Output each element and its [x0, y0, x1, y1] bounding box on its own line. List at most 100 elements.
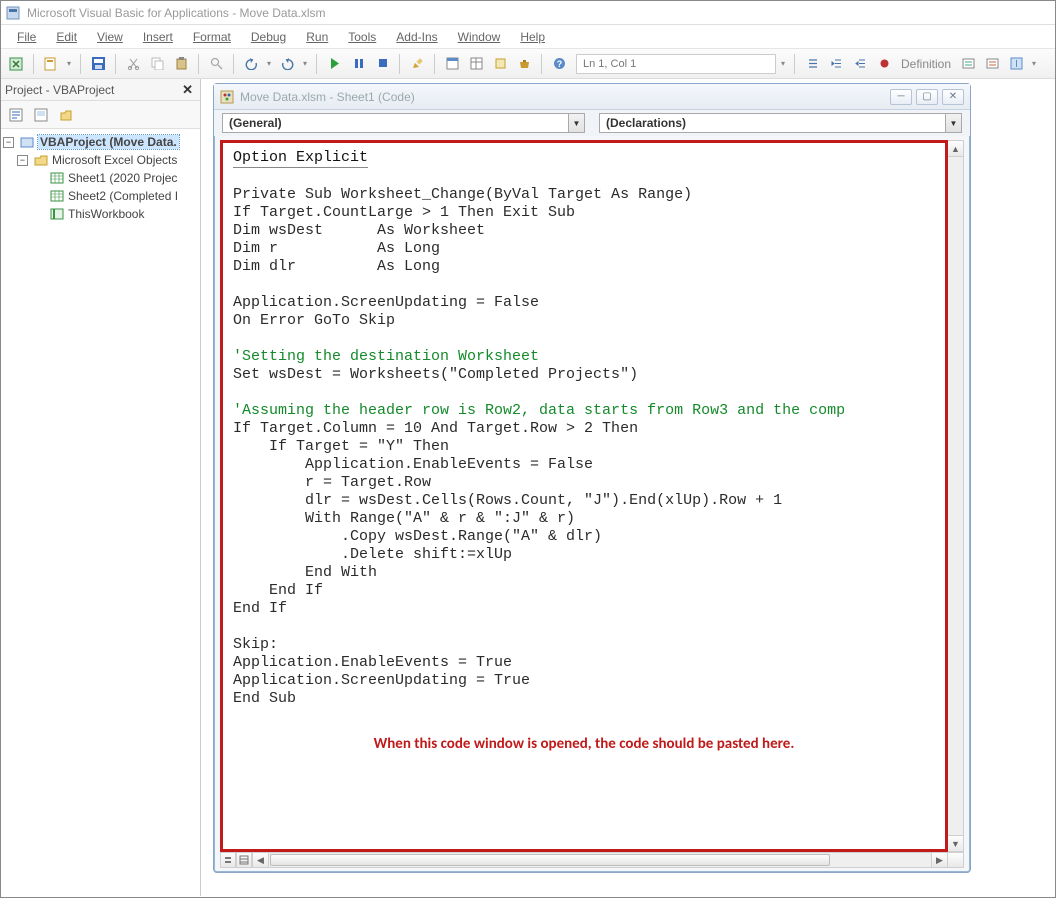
code-line[interactable]: On Error GoTo Skip [233, 312, 937, 330]
close-icon[interactable]: ✕ [179, 82, 196, 98]
view-excel-icon[interactable] [5, 53, 27, 75]
toolbar-end-dropdown[interactable]: ▾ [1029, 53, 1039, 75]
object-browser-icon[interactable] [489, 53, 511, 75]
horizontal-scrollbar[interactable]: ◀ ▶ [252, 852, 948, 868]
code-line[interactable]: End If [233, 600, 937, 618]
properties-window-icon[interactable] [465, 53, 487, 75]
collapse-icon[interactable]: − [17, 155, 28, 166]
code-line[interactable]: Private Sub Worksheet_Change(ByVal Targe… [233, 186, 937, 204]
menu-insert[interactable]: Insert [135, 28, 181, 46]
code-line[interactable]: Dim r As Long [233, 240, 937, 258]
list-properties-icon[interactable] [801, 53, 823, 75]
scroll-right-icon[interactable]: ▶ [931, 853, 947, 867]
reset-icon[interactable] [371, 53, 393, 75]
code-line[interactable]: If Target.CountLarge > 1 Then Exit Sub [233, 204, 937, 222]
cut-icon[interactable] [122, 53, 144, 75]
break-icon[interactable] [347, 53, 369, 75]
code-line[interactable]: Skip: [233, 636, 937, 654]
scroll-left-icon[interactable]: ◀ [253, 853, 269, 867]
code-line[interactable]: End Sub [233, 690, 937, 708]
code-line[interactable]: .Delete shift:=xlUp [233, 546, 937, 564]
menu-view[interactable]: View [89, 28, 131, 46]
indent-icon[interactable] [825, 53, 847, 75]
insert-module-icon[interactable] [40, 53, 62, 75]
undo-icon[interactable] [240, 53, 262, 75]
redo-dropdown[interactable]: ▾ [300, 53, 310, 75]
uncomment-block-icon[interactable] [981, 53, 1003, 75]
code-line[interactable]: 'Setting the destination Worksheet [233, 348, 937, 366]
status-dropdown[interactable]: ▾ [778, 53, 788, 75]
menu-format[interactable]: Format [185, 28, 239, 46]
view-code-icon[interactable] [5, 104, 27, 126]
code-line[interactable]: Application.EnableEvents = False [233, 456, 937, 474]
outdent-icon[interactable] [849, 53, 871, 75]
code-line[interactable]: dlr = wsDest.Cells(Rows.Count, "J").End(… [233, 492, 937, 510]
redo-icon[interactable] [276, 53, 298, 75]
code-line[interactable]: Set wsDest = Worksheets("Completed Proje… [233, 366, 937, 384]
save-icon[interactable] [87, 53, 109, 75]
code-line[interactable]: End If [233, 582, 937, 600]
help-icon[interactable]: ? [548, 53, 570, 75]
code-line[interactable]: With Range("A" & r & ":J" & r) [233, 510, 937, 528]
bookmark-icon[interactable] [1005, 53, 1027, 75]
tree-item-thisworkbook[interactable]: ThisWorkbook [3, 205, 198, 223]
insert-module-dropdown[interactable]: ▾ [64, 53, 74, 75]
code-line[interactable] [233, 330, 937, 348]
toolbox-icon[interactable] [513, 53, 535, 75]
undo-dropdown[interactable]: ▾ [264, 53, 274, 75]
comment-block-icon[interactable] [957, 53, 979, 75]
code-line[interactable]: Application.ScreenUpdating = False [233, 294, 937, 312]
menu-file[interactable]: File [9, 28, 44, 46]
code-line[interactable]: If Target.Column = 10 And Target.Row > 2… [233, 420, 937, 438]
code-line[interactable]: r = Target.Row [233, 474, 937, 492]
code-line[interactable] [233, 384, 937, 402]
procedure-view-icon[interactable] [220, 852, 236, 868]
project-tree[interactable]: − VBAProject (Move Data. − Microsoft Exc… [1, 129, 200, 896]
code-window-titlebar[interactable]: Move Data.xlsm - Sheet1 (Code) ─ ▢ ✕ [214, 84, 970, 110]
copy-icon[interactable] [146, 53, 168, 75]
collapse-icon[interactable]: − [3, 137, 14, 148]
tree-item-sheet2[interactable]: Sheet2 (Completed I [3, 187, 198, 205]
code-editor[interactable]: Option Explicit Private Sub Worksheet_Ch… [220, 140, 948, 852]
object-combo[interactable]: (General) ▼ [222, 113, 585, 133]
code-line[interactable] [233, 618, 937, 636]
paste-icon[interactable] [170, 53, 192, 75]
code-line[interactable]: Option Explicit [233, 149, 937, 168]
scroll-up-icon[interactable]: ▲ [948, 141, 963, 157]
code-line[interactable]: Application.EnableEvents = True [233, 654, 937, 672]
minimize-button[interactable]: ─ [890, 89, 912, 105]
menu-addins[interactable]: Add-Ins [388, 28, 445, 46]
scroll-thumb[interactable] [270, 854, 830, 866]
tree-group[interactable]: − Microsoft Excel Objects [3, 151, 198, 169]
breakpoint-icon[interactable] [873, 53, 895, 75]
code-line[interactable]: If Target = "Y" Then [233, 438, 937, 456]
code-line[interactable]: .Copy wsDest.Range("A" & dlr) [233, 528, 937, 546]
tree-root[interactable]: − VBAProject (Move Data. [3, 133, 198, 151]
project-explorer-icon[interactable] [441, 53, 463, 75]
procedure-combo[interactable]: (Declarations) ▼ [599, 113, 962, 133]
menu-debug[interactable]: Debug [243, 28, 294, 46]
menu-window[interactable]: Window [450, 28, 509, 46]
code-line[interactable]: Dim wsDest As Worksheet [233, 222, 937, 240]
chevron-down-icon[interactable]: ▼ [945, 114, 961, 132]
tree-item-sheet1[interactable]: Sheet1 (2020 Projec [3, 169, 198, 187]
code-line[interactable]: Dim dlr As Long [233, 258, 937, 276]
vertical-scrollbar[interactable]: ▲ ▼ [948, 140, 964, 852]
code-line[interactable]: Application.ScreenUpdating = True [233, 672, 937, 690]
menu-tools[interactable]: Tools [340, 28, 384, 46]
full-module-view-icon[interactable] [236, 852, 252, 868]
scroll-down-icon[interactable]: ▼ [948, 835, 963, 851]
close-button[interactable]: ✕ [942, 89, 964, 105]
code-line[interactable]: 'Assuming the header row is Row2, data s… [233, 402, 937, 420]
view-object-icon[interactable] [30, 104, 52, 126]
design-mode-icon[interactable] [406, 53, 428, 75]
find-icon[interactable] [205, 53, 227, 75]
toggle-folders-icon[interactable] [55, 104, 77, 126]
maximize-button[interactable]: ▢ [916, 89, 938, 105]
code-line[interactable] [233, 276, 937, 294]
run-icon[interactable] [323, 53, 345, 75]
code-line[interactable] [233, 168, 937, 186]
chevron-down-icon[interactable]: ▼ [568, 114, 584, 132]
menu-edit[interactable]: Edit [48, 28, 85, 46]
code-line[interactable]: End With [233, 564, 937, 582]
